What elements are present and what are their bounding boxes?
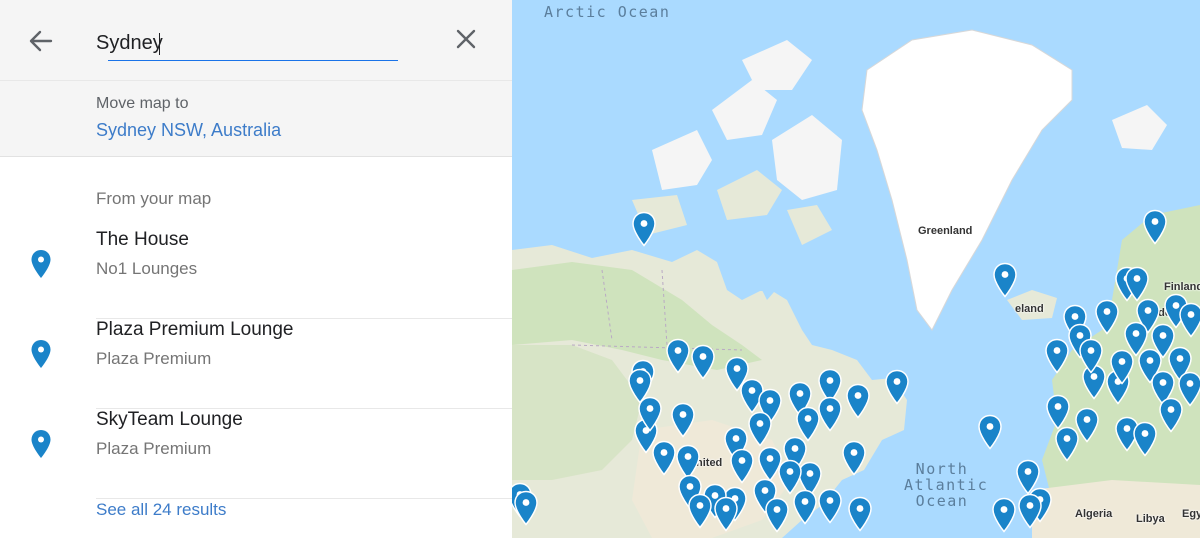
close-icon (456, 29, 476, 49)
map-pin-icon (31, 340, 51, 368)
map-marker-icon[interactable] (1123, 321, 1149, 357)
move-map-place-link[interactable]: Sydney NSW, Australia (96, 120, 281, 141)
map-marker-icon[interactable] (631, 211, 657, 247)
map-marker-icon[interactable] (1094, 299, 1120, 335)
north-atlantic-line2: Atlantic (904, 476, 989, 494)
result-title: The House (96, 229, 189, 250)
map-marker-icon[interactable] (690, 344, 716, 380)
map-marker-icon[interactable] (847, 496, 873, 532)
text-caret (159, 33, 160, 55)
result-item[interactable]: SkyTeam Lounge Plaza Premium (0, 409, 512, 499)
map-marker-icon[interactable] (670, 402, 696, 438)
map-marker-icon[interactable] (764, 497, 790, 533)
arctic-islands (652, 130, 712, 190)
map-marker-icon[interactable] (513, 490, 539, 526)
map-marker-icon[interactable] (792, 489, 818, 525)
map-marker-icon[interactable] (817, 488, 843, 524)
move-map-section: Move map to Sydney NSW, Australia (0, 81, 512, 157)
north-atlantic-line3: Ocean (915, 492, 969, 510)
result-subtitle: Plaza Premium (96, 439, 212, 458)
map-marker-icon[interactable] (713, 496, 739, 532)
map-marker-icon[interactable] (1078, 338, 1104, 374)
divider (96, 498, 512, 499)
map-marker-icon[interactable] (665, 338, 691, 374)
result-subtitle: Plaza Premium (96, 349, 212, 368)
map-pin-icon (31, 250, 51, 278)
map-marker-icon[interactable] (992, 262, 1018, 298)
result-title: Plaza Premium Lounge (96, 319, 294, 340)
search-underline (108, 60, 398, 61)
map-pin-icon (31, 430, 51, 458)
map-marker-icon[interactable] (1124, 266, 1150, 302)
north-africa-land (1032, 480, 1200, 538)
map-marker-icon[interactable] (1132, 421, 1158, 457)
map-marker-icon[interactable] (1045, 394, 1071, 430)
algeria-label: Algeria (1075, 508, 1113, 520)
see-all-results-link[interactable]: See all 24 results (96, 500, 226, 520)
arrow-left-icon (29, 30, 53, 52)
egypt-label: Egy (1182, 508, 1200, 520)
move-map-label: Move map to (96, 95, 189, 112)
map-marker-icon[interactable] (845, 383, 871, 419)
north-atlantic-line1: North (915, 460, 969, 478)
north-atlantic-ocean-label: North Atlantic Ocean (904, 460, 989, 510)
map-marker-icon[interactable] (1178, 302, 1200, 338)
arctic-ocean-label: Arctic Ocean (544, 3, 671, 21)
from-your-map-heading: From your map (96, 189, 212, 208)
greenland-land (862, 30, 1072, 330)
map-marker-icon[interactable] (637, 396, 663, 432)
result-title: SkyTeam Lounge (96, 409, 243, 430)
map-marker-icon[interactable] (1017, 493, 1043, 529)
search-panel: Move map to Sydney NSW, Australia From y… (0, 0, 512, 538)
map-marker-icon[interactable] (1150, 323, 1176, 359)
result-item[interactable]: The House No1 Lounges (0, 229, 512, 319)
map-marker-icon[interactable] (1074, 407, 1100, 443)
map-marker-icon[interactable] (991, 497, 1017, 533)
map-marker-icon[interactable] (884, 369, 910, 405)
back-button[interactable] (24, 24, 58, 58)
greenland-label: Greenland (918, 225, 973, 237)
map-marker-icon[interactable] (1142, 209, 1168, 245)
search-bar (0, 0, 512, 81)
search-input[interactable] (96, 30, 398, 56)
finland-label: Finland (1164, 281, 1200, 293)
map-marker-icon[interactable] (687, 493, 713, 529)
result-item[interactable]: Plaza Premium Lounge Plaza Premium (0, 319, 512, 409)
clear-search-button[interactable] (449, 22, 483, 56)
map-marker-icon[interactable] (747, 411, 773, 447)
map-view[interactable]: Arctic Ocean Greenland eland Finland ede… (512, 0, 1200, 538)
hudson-bay (726, 236, 788, 292)
result-subtitle: No1 Lounges (96, 259, 198, 278)
map-marker-icon[interactable] (841, 440, 867, 476)
libya-label: Libya (1136, 513, 1165, 525)
iceland-label: eland (1015, 303, 1044, 315)
map-marker-icon[interactable] (651, 440, 677, 476)
map-marker-icon[interactable] (977, 414, 1003, 450)
map-marker-icon[interactable] (1177, 371, 1200, 407)
